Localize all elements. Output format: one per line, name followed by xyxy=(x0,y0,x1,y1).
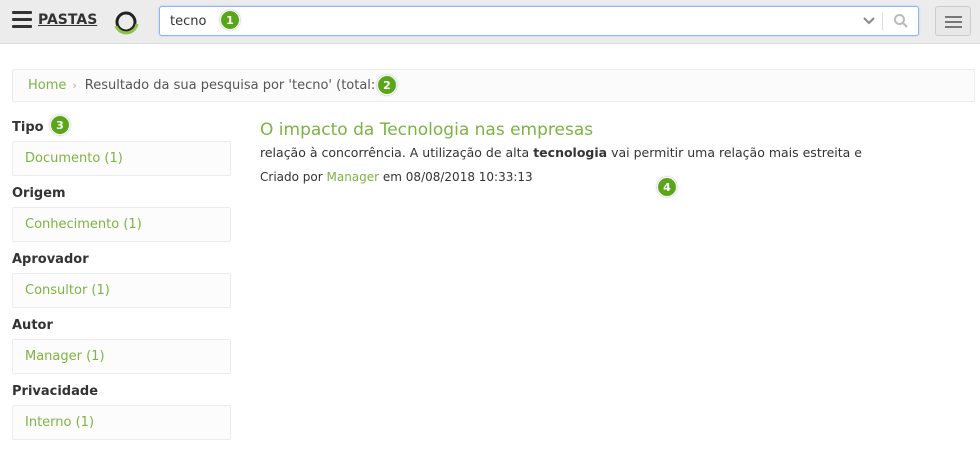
facet-title-privacidade: Privacidade xyxy=(12,384,99,399)
snippet-highlight: tecnologia xyxy=(533,145,608,160)
author-link[interactable]: Manager xyxy=(326,170,379,184)
result-snippet: relação à concorrência. A utilização de … xyxy=(260,145,862,160)
annotation-badge-3: 3 xyxy=(50,115,70,135)
top-bar: PASTAS xyxy=(0,0,980,44)
annotation-badge-4: 4 xyxy=(657,177,677,197)
search-input[interactable] xyxy=(170,7,850,35)
search-box xyxy=(159,6,919,36)
facet-title-tipo: Tipo xyxy=(12,120,44,135)
search-icon[interactable] xyxy=(893,13,909,29)
result-title-link[interactable]: O impacto da Tecnologia nas empresas xyxy=(260,120,593,140)
hamburger-menu-icon[interactable] xyxy=(12,11,32,31)
logo-icon xyxy=(114,11,139,35)
facet-item-manager[interactable]: Manager (1) xyxy=(12,339,231,374)
search-divider xyxy=(882,12,883,30)
options-menu-button[interactable] xyxy=(935,6,971,36)
chevron-down-icon[interactable] xyxy=(861,13,877,29)
breadcrumb-home-link[interactable]: Home xyxy=(28,78,66,93)
facet-title-autor: Autor xyxy=(12,318,53,333)
facet-item-documento[interactable]: Documento (1) xyxy=(12,141,231,176)
breadcrumb-current: Resultado da sua pesquisa por 'tecno' (t… xyxy=(84,78,393,93)
meta-prefix: Criado por xyxy=(260,170,327,184)
breadcrumb: Home › Resultado da sua pesquisa por 'tecn… xyxy=(12,69,975,102)
snippet-text-after: vai permitir uma relação mais estreita e xyxy=(607,145,862,160)
facet-item-conhecimento[interactable]: Conhecimento (1) xyxy=(12,207,231,242)
facet-title-origem: Origem xyxy=(12,186,66,201)
result-meta: Criado por Manager em 08/08/2018 10:33:1… xyxy=(260,170,533,184)
annotation-badge-1: 1 xyxy=(220,10,240,30)
facet-title-aprovador: Aprovador xyxy=(12,252,89,267)
facet-item-interno[interactable]: Interno (1) xyxy=(12,405,231,440)
snippet-text-before: relação à concorrência. A utilização de … xyxy=(260,145,534,160)
breadcrumb-separator-icon: › xyxy=(72,79,77,92)
facet-item-consultor[interactable]: Consultor (1) xyxy=(12,273,231,308)
annotation-badge-2: 2 xyxy=(377,75,397,95)
brand-link[interactable]: PASTAS xyxy=(38,12,97,28)
meta-date: em 08/08/2018 10:33:13 xyxy=(379,170,533,184)
